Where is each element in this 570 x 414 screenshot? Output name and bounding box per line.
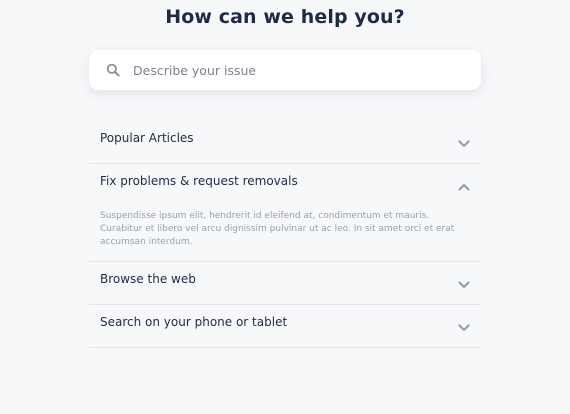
chevron-down-icon[interactable] — [458, 140, 470, 148]
help-page: How can we help you? Popular Articles — [0, 0, 570, 414]
faq-header[interactable]: Search on your phone or tablet — [89, 305, 481, 347]
search-input[interactable] — [133, 55, 463, 85]
faq-question: Search on your phone or tablet — [100, 315, 288, 329]
faq-item-popular-articles: Popular Articles — [89, 121, 481, 164]
faq-question: Fix problems & request removals — [100, 174, 298, 188]
chevron-down-icon[interactable] — [458, 281, 470, 289]
page-title: How can we help you? — [165, 6, 405, 28]
faq-accordion: Popular Articles Fix problems & request … — [89, 121, 481, 348]
faq-header[interactable]: Popular Articles — [89, 121, 481, 163]
faq-item-search-on-phone: Search on your phone or tablet — [89, 305, 481, 348]
faq-answer: Suspendisse ipsum elit, hendrerit id ele… — [100, 211, 455, 247]
faq-item-fix-problems: Fix problems & request removals Suspendi… — [89, 164, 481, 262]
faq-question: Browse the web — [100, 272, 196, 286]
faq-question: Popular Articles — [100, 131, 194, 145]
chevron-down-icon[interactable] — [458, 324, 470, 332]
faq-header[interactable]: Browse the web — [89, 262, 481, 304]
faq-header[interactable]: Fix problems & request removals — [89, 164, 481, 206]
search-icon — [104, 61, 122, 79]
search-bar[interactable] — [89, 50, 481, 90]
chevron-up-icon[interactable] — [458, 183, 470, 191]
faq-item-browse-the-web: Browse the web — [89, 262, 481, 305]
